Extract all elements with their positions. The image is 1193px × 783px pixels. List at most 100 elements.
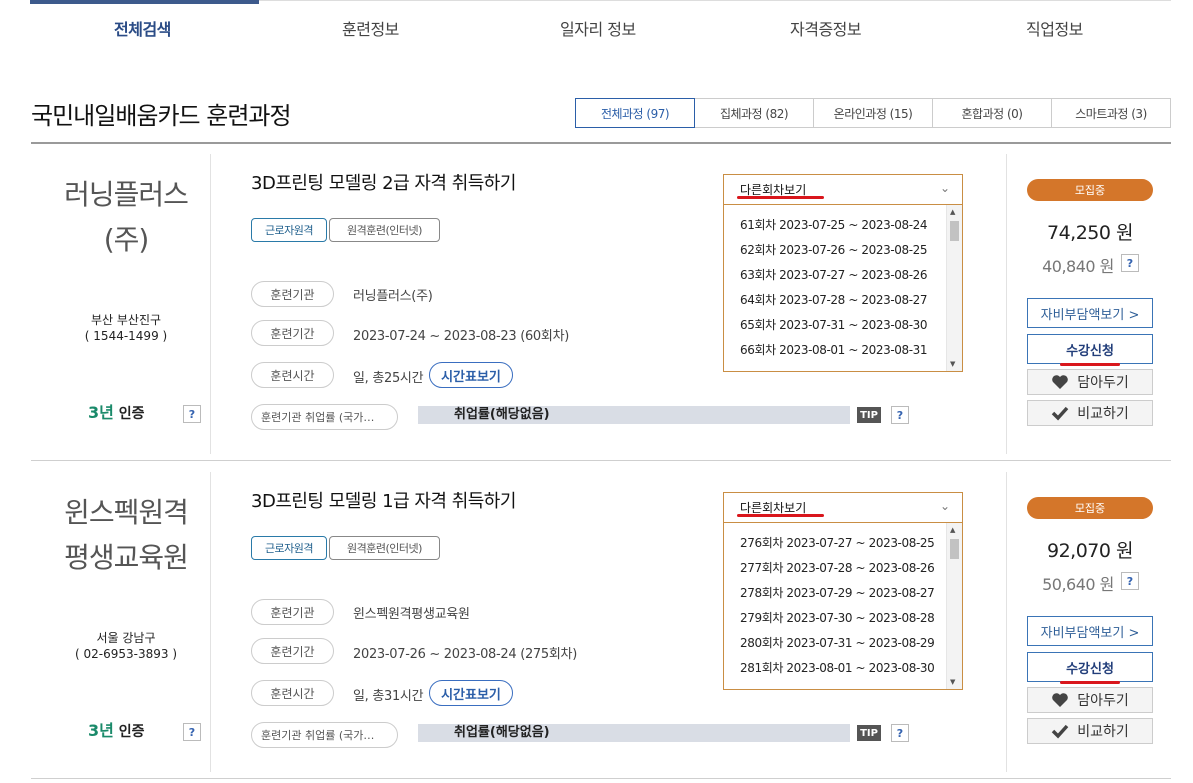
session-dropdown-header[interactable]: 다른회차보기 ⌄ (724, 175, 962, 205)
session-option[interactable]: 277회차 2023-07-28 ~ 2023-08-26 (724, 556, 962, 581)
self-pay-button[interactable]: 자비부담액보기 > (1027, 298, 1153, 328)
institution-name-line2[interactable]: 평생교육원 (31, 536, 221, 580)
tab-job-info[interactable]: 일자리 정보 (560, 16, 636, 40)
institution-value: 윈스펙원격평생교육원 (353, 607, 470, 622)
course-type-filters: 전체과정 (97) 집체과정 (82) 온라인과정 (15) 혼합과정 (0) … (575, 98, 1171, 128)
wishlist-button[interactable]: 담아두기 (1027, 369, 1153, 395)
session-option[interactable]: 62회차 2023-07-26 ~ 2023-08-25 (724, 238, 962, 263)
hours-value: 일, 총25시간 (353, 371, 424, 386)
timetable-button[interactable]: 시간표보기 (429, 680, 513, 706)
compare-button[interactable]: 비교하기 (1027, 718, 1153, 744)
scrollbar-thumb[interactable] (950, 221, 959, 241)
employment-help-icon[interactable]: ? (891, 406, 909, 424)
timetable-button[interactable]: 시간표보기 (429, 362, 513, 388)
scroll-down-arrow-icon[interactable]: ▼ (950, 678, 955, 686)
session-list: 276회차 2023-07-27 ~ 2023-08-25 277회차 2023… (724, 523, 962, 689)
institution-value: 러닝플러스(주) (353, 289, 433, 304)
cert-years: 3년 (88, 403, 114, 422)
scroll-down-arrow-icon[interactable]: ▼ (950, 360, 955, 368)
session-dropdown[interactable]: 다른회차보기 ⌄ 61회차 2023-07-25 ~ 2023-08-24 62… (723, 174, 963, 372)
course-title[interactable]: 3D프린팅 모델링 2급 자격 취득하기 (251, 169, 516, 195)
check-icon (1051, 406, 1069, 421)
check-icon (1051, 724, 1069, 739)
filter-smart[interactable]: 스마트과정 (3) (1052, 98, 1171, 128)
heart-icon (1052, 375, 1069, 389)
filter-classroom[interactable]: 집체과정 (82) (695, 98, 814, 128)
cert-label: 인증 (118, 406, 145, 422)
employment-help-icon[interactable]: ? (891, 724, 909, 742)
filter-online[interactable]: 온라인과정 (15) (814, 98, 933, 128)
session-option[interactable]: 65회차 2023-07-31 ~ 2023-08-30 (724, 313, 962, 338)
institution-location: 부산 부산진구 (90, 313, 162, 327)
institution-name[interactable]: 윈스펙원격 (31, 491, 221, 535)
status-badge: 모집중 (1027, 179, 1153, 201)
red-annotation-underline (737, 514, 824, 517)
session-option[interactable]: 61회차 2023-07-25 ~ 2023-08-24 (724, 213, 962, 238)
scroll-up-arrow-icon[interactable]: ▲ (950, 526, 955, 534)
cert-help-icon[interactable]: ? (183, 723, 201, 741)
session-option[interactable]: 278회차 2023-07-29 ~ 2023-08-27 (724, 581, 962, 606)
cert-years: 3년 (88, 721, 114, 740)
employment-rate-bar: 취업률(해당없음) (418, 406, 850, 424)
institution-phone: ( 02-6953-3893 ) (75, 647, 177, 661)
wishlist-label: 담아두기 (1077, 693, 1129, 709)
red-annotation-underline (737, 196, 824, 199)
hours-value: 일, 총31시간 (353, 689, 424, 704)
price-help-icon[interactable]: ? (1121, 572, 1139, 590)
filter-blended[interactable]: 혼합과정 (0) (933, 98, 1052, 128)
tab-certificate-info[interactable]: 자격증정보 (790, 16, 862, 40)
wishlist-label: 담아두기 (1077, 375, 1129, 391)
tip-badge[interactable]: TIP (857, 407, 881, 423)
session-scrollbar[interactable]: ▲ ▼ (946, 523, 962, 689)
course-price: 74,250 원 (1046, 222, 1134, 244)
session-dropdown[interactable]: 다른회차보기 ⌄ 276회차 2023-07-27 ~ 2023-08-25 2… (723, 492, 963, 690)
period-value: 2023-07-24 ~ 2023-08-23 (60회차) (353, 329, 569, 344)
session-list: 61회차 2023-07-25 ~ 2023-08-24 62회차 2023-0… (724, 205, 962, 371)
wishlist-button[interactable]: 담아두기 (1027, 687, 1153, 713)
tab-all-search[interactable]: 전체검색 (114, 16, 171, 40)
course-title[interactable]: 3D프린팅 모델링 1급 자격 취득하기 (251, 487, 516, 513)
period-value: 2023-07-26 ~ 2023-08-24 (275회차) (353, 647, 577, 662)
cert-label: 인증 (118, 724, 145, 740)
top-nav: 전체검색 훈련정보 일자리 정보 자격증정보 직업정보 (30, 0, 1171, 56)
session-option[interactable]: 279회차 2023-07-30 ~ 2023-08-28 (724, 606, 962, 631)
session-option[interactable]: 276회차 2023-07-27 ~ 2023-08-25 (724, 531, 962, 556)
session-option[interactable]: 63회차 2023-07-27 ~ 2023-08-26 (724, 263, 962, 288)
tab-training-info[interactable]: 훈련정보 (342, 16, 399, 40)
session-option[interactable]: 280회차 2023-07-31 ~ 2023-08-29 (724, 631, 962, 656)
certification-badge: 3년 인증 (88, 399, 145, 423)
scroll-up-arrow-icon[interactable]: ▲ (950, 208, 955, 216)
heart-icon (1052, 693, 1069, 707)
label-institution: 훈련기관 (251, 281, 334, 307)
active-tab-indicator (30, 0, 259, 4)
tab-occupation-info[interactable]: 직업정보 (1026, 16, 1083, 40)
course-price: 92,070 원 (1046, 540, 1134, 562)
tag-worker-remote: 근로자원격 (251, 218, 327, 242)
session-dropdown-header[interactable]: 다른회차보기 ⌄ (724, 493, 962, 523)
column-divider (1006, 154, 1007, 454)
session-option[interactable]: 64회차 2023-07-28 ~ 2023-08-27 (724, 288, 962, 313)
self-pay-button[interactable]: 자비부담액보기 > (1027, 616, 1153, 646)
tag-worker-remote: 근로자원격 (251, 536, 327, 560)
institution-name[interactable]: 러닝플러스 (31, 173, 221, 217)
cert-help-icon[interactable]: ? (183, 405, 201, 423)
apply-button[interactable]: 수강신청 (1027, 652, 1153, 682)
compare-label: 비교하기 (1077, 724, 1129, 740)
price-help-icon[interactable]: ? (1121, 254, 1139, 272)
compare-button[interactable]: 비교하기 (1027, 400, 1153, 426)
employment-rate-select[interactable]: 훈련기관 취업률 (국가… (251, 404, 398, 430)
session-option[interactable]: 66회차 2023-08-01 ~ 2023-08-31 (724, 338, 962, 363)
tag-remote-internet: 원격훈련(인터넷) (329, 218, 440, 242)
status-badge: 모집중 (1027, 497, 1153, 519)
label-hours: 훈련시간 (251, 680, 334, 706)
self-pay-price: 50,640 원 (1042, 575, 1114, 594)
tip-badge[interactable]: TIP (857, 725, 881, 741)
apply-button[interactable]: 수강신청 (1027, 334, 1153, 364)
filter-all[interactable]: 전체과정 (97) (575, 98, 695, 128)
employment-rate-bar: 취업률(해당없음) (418, 724, 850, 742)
institution-name-line2[interactable]: (주) (31, 218, 221, 262)
employment-rate-select[interactable]: 훈련기관 취업률 (국가… (251, 722, 398, 748)
session-scrollbar[interactable]: ▲ ▼ (946, 205, 962, 371)
scrollbar-thumb[interactable] (950, 539, 959, 559)
session-option[interactable]: 281회차 2023-08-01 ~ 2023-08-30 (724, 656, 962, 681)
